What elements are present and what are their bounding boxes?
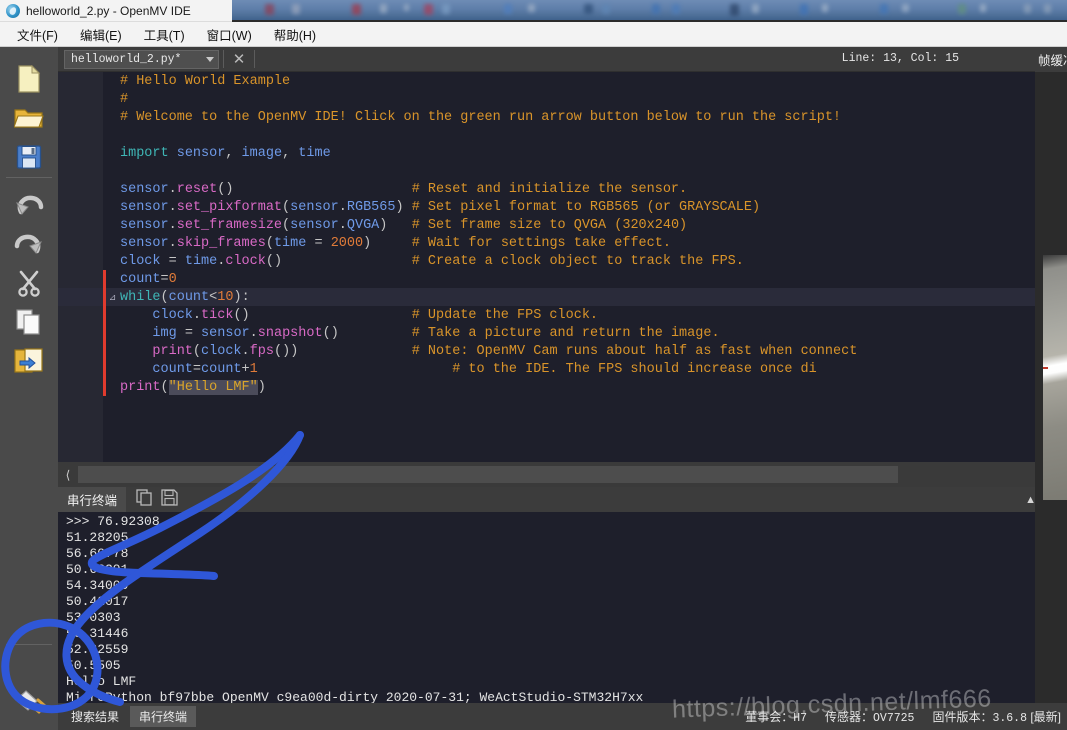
code-line: # Hello World Example	[120, 74, 291, 89]
editor-tabstrip: helloworld_2.py* ✕ Line: 13, Col: 15	[58, 47, 1067, 72]
code-line: print(clock.fps()) # Note: OpenMV Cam ru…	[152, 344, 858, 359]
scroll-left-icon[interactable]: ⟨	[58, 462, 78, 487]
menu-tools[interactable]: 工具(T)	[133, 22, 196, 47]
menu-file[interactable]: 文件(F)	[6, 22, 69, 47]
modified-line-marker	[103, 270, 106, 288]
new-file-icon[interactable]	[11, 61, 47, 97]
code-line: img = sensor.snapshot() # Take a picture…	[152, 326, 720, 341]
serial-terminal-title: 串行终端	[58, 487, 127, 512]
titlebar-filler	[232, 0, 1067, 22]
cut-icon[interactable]	[11, 265, 47, 301]
copy-icon[interactable]	[11, 304, 47, 340]
code-line: import sensor, image, time	[120, 146, 331, 161]
code-line: #	[120, 92, 129, 107]
framebuffer-title: 帧缓冲	[1035, 47, 1067, 72]
modified-line-marker	[103, 324, 106, 342]
firmware-value: 3.6.8	[992, 712, 1027, 725]
menu-help[interactable]: 帮助(H)	[263, 22, 327, 47]
menubar: 文件(F) 编辑(E) 工具(T) 窗口(W) 帮助(H)	[0, 22, 1067, 47]
modified-line-marker	[103, 360, 106, 378]
hscroll-track[interactable]	[78, 466, 1047, 483]
tab-serial-terminal[interactable]: 串行终端	[130, 706, 197, 727]
modified-line-marker	[103, 306, 106, 324]
framebuffer-line-marker	[1043, 367, 1048, 369]
menu-edit[interactable]: 编辑(E)	[69, 22, 133, 47]
code-line: sensor.skip_frames(time = 2000) # Wait f…	[120, 236, 671, 251]
connect-plug-icon[interactable]	[11, 685, 47, 721]
modified-line-marker	[103, 288, 106, 306]
terminal-line: 50.63291	[66, 562, 129, 577]
open-folder-icon[interactable]	[11, 100, 47, 136]
code-text[interactable]: # Hello World Example # # Welcome to the O…	[120, 72, 1067, 462]
serial-terminal-panel: 串行终端 ▲ >>> 76.92308 51.28205 56.60778 50…	[58, 487, 1067, 703]
line-number-gutter	[58, 72, 103, 462]
terminal-line: 51.28205	[66, 530, 129, 545]
code-editor-area[interactable]: ⊿ 1 2 3 4 5 6 7 8 9 10 11 12 13 14 15 16…	[58, 72, 1067, 462]
terminal-line: >>> 76.92308	[66, 514, 160, 529]
line-col-indicator: Line: 13, Col: 15	[841, 52, 959, 65]
modified-line-marker	[103, 378, 106, 396]
menu-window[interactable]: 窗口(W)	[196, 22, 263, 47]
code-line: while(count<10):	[120, 290, 250, 305]
terminal-line: 50.31446	[66, 626, 129, 641]
code-line: sensor.reset() # Reset and initialize th…	[120, 182, 688, 197]
terminal-line: 50.5505	[66, 658, 121, 673]
code-line: sensor.set_pixformat(sensor.RGB565) # Se…	[120, 200, 761, 215]
code-fold-icon[interactable]: ⊿	[108, 288, 117, 306]
toolbar-divider	[6, 177, 52, 178]
firmware-state: [最新]	[1030, 710, 1061, 724]
file-selector-combobox[interactable]: helloworld_2.py*	[64, 49, 219, 69]
terminal-line: 54.34000	[66, 578, 129, 593]
code-line: clock.tick() # Update the FPS clock.	[152, 308, 599, 323]
framebuffer-image	[1043, 255, 1067, 500]
tabstrip-divider	[223, 50, 224, 68]
editor-horizontal-scrollbar[interactable]: ⟨ ⟩	[58, 462, 1067, 487]
openmv-ide-window: helloworld_2.py - OpenMV IDE 文件(F) 编辑(E)…	[0, 0, 1067, 730]
window-titlebar: helloworld_2.py - OpenMV IDE	[0, 0, 232, 22]
toolbar-divider-bottom	[6, 644, 52, 645]
terminal-line: 53.0303	[66, 610, 121, 625]
terminal-line: 52.32559	[66, 642, 129, 657]
save-log-icon[interactable]	[161, 488, 178, 511]
paste-icon[interactable]	[11, 343, 47, 379]
redo-icon[interactable]	[11, 226, 47, 262]
modified-line-marker	[103, 342, 106, 360]
window-title: helloworld_2.py - OpenMV IDE	[26, 3, 191, 18]
code-line: clock = time.clock() # Create a clock ob…	[120, 254, 744, 269]
openmv-logo-icon	[6, 3, 20, 18]
tab-search-results[interactable]: 搜索结果	[62, 706, 128, 727]
save-icon[interactable]	[11, 139, 47, 175]
terminal-line: 50.42017	[66, 594, 129, 609]
code-line: count=0	[120, 272, 177, 287]
code-line: count=count+1 # to the IDE. The FPS shou…	[152, 362, 817, 377]
copy-all-icon[interactable]	[136, 488, 153, 511]
tabstrip-divider-2	[254, 50, 255, 68]
chevron-down-icon	[206, 56, 214, 62]
serial-terminal-header: 串行终端 ▲	[58, 487, 1067, 512]
open-file-name: helloworld_2.py*	[71, 52, 182, 66]
code-line: # Welcome to the OpenMV IDE! Click on th…	[120, 110, 842, 125]
close-icon[interactable]: ✕	[228, 48, 250, 70]
serial-terminal-output[interactable]: >>> 76.92308 51.28205 56.60778 50.63291 54.3…	[58, 512, 1051, 703]
editor-panel: helloworld_2.py* ✕ Line: 13, Col: 15 ⊿ #…	[58, 47, 1067, 487]
code-line: print("Hello LMF")	[120, 380, 266, 395]
undo-icon[interactable]	[11, 187, 47, 223]
code-line: sensor.set_framesize(sensor.QVGA) # Set …	[120, 218, 688, 233]
terminal-line: 56.60778	[66, 546, 129, 561]
hscrollbar-thumb[interactable]	[78, 466, 898, 483]
serial-terminal-tools	[136, 488, 178, 511]
change-marker-column	[103, 72, 120, 462]
left-toolbar	[0, 47, 58, 730]
